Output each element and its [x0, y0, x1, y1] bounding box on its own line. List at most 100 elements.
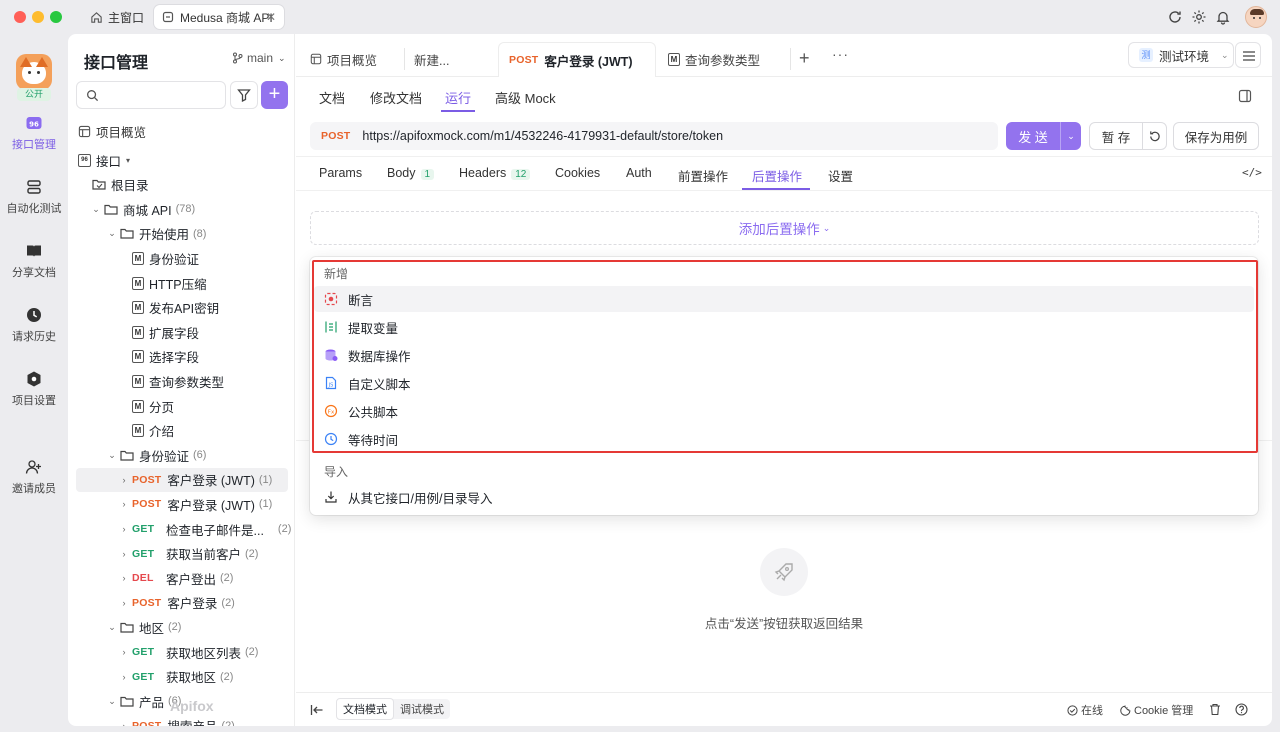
online-status[interactable]: 在线 — [1067, 702, 1103, 718]
tree-api-item[interactable]: › GET 获取当前客户 (2) — [118, 542, 259, 566]
tree-api-item[interactable]: › POST 客户登录 (JWT) (1) — [118, 492, 273, 516]
add-post-operation-button[interactable]: 添加后置操作 ⌄ — [310, 211, 1259, 245]
param-tab-pre-ops[interactable]: 前置操作 — [678, 166, 728, 185]
tree-doc-item[interactable]: M 分页 — [132, 394, 174, 418]
subtab-run[interactable]: 运行 — [445, 88, 471, 107]
refresh-icon[interactable] — [1167, 9, 1183, 25]
new-tab-plus-icon[interactable]: + — [799, 48, 810, 69]
caret-down-icon: ▾ — [126, 155, 131, 165]
rail-item-invite-members[interactable]: 邀请成员 — [0, 458, 68, 496]
subtab-doc[interactable]: 文档 — [319, 88, 345, 107]
tree-api-item[interactable]: › POST 客户登录 (2) — [118, 591, 235, 615]
check-circle-icon — [1067, 704, 1078, 716]
layout-toggle-icon[interactable] — [1238, 89, 1252, 103]
chevron-right-icon: › — [122, 474, 126, 485]
tree-api-item[interactable]: › POST 客户登录 (JWT) (1) — [76, 467, 288, 492]
doc-tab-active-login[interactable]: POST 客户登录 (JWT) — [498, 42, 656, 77]
tree-doc-item[interactable]: M 介绍 — [132, 419, 174, 443]
filter-button[interactable] — [230, 81, 258, 109]
more-tabs-icon[interactable]: ··· — [832, 46, 849, 62]
tree-doc-item[interactable]: M HTTP压缩 — [132, 271, 207, 295]
param-tab-cookies[interactable]: Cookies — [555, 166, 600, 180]
settings-gear-icon[interactable] — [1191, 9, 1207, 25]
tree-doc-item[interactable]: M 扩展字段 — [132, 320, 199, 344]
maximize-window-button[interactable] — [50, 11, 62, 23]
doc-tab-overview[interactable]: 项目概览 — [310, 42, 377, 76]
bell-icon[interactable] — [1215, 9, 1231, 25]
filter-icon — [237, 89, 251, 102]
add-button[interactable]: + — [261, 81, 288, 109]
rail-item-share-docs[interactable]: 分享文档 — [0, 242, 68, 280]
help-icon[interactable] — [1235, 703, 1248, 716]
url-input[interactable]: POST https://apifoxmock.com/m1/4532246-4… — [310, 122, 998, 150]
doc-mode-button[interactable]: 文档模式 — [336, 698, 394, 720]
tree-doc-item[interactable]: M 发布API密钥 — [132, 296, 219, 320]
rail-item-automation[interactable]: 自动化测试 — [0, 178, 68, 216]
close-window-button[interactable] — [14, 11, 26, 23]
trash-icon[interactable] — [1209, 703, 1221, 716]
close-tab-icon[interactable]: ✕ — [266, 10, 276, 24]
url-method-label[interactable]: POST — [321, 130, 350, 142]
undo-icon — [1150, 130, 1160, 141]
overview-tab-icon — [310, 53, 322, 65]
rail-item-api-management[interactable]: 96 接口管理 — [0, 114, 68, 152]
rail-item-project-settings[interactable]: 项目设置 — [0, 370, 68, 408]
markdown-doc-icon: M — [132, 325, 144, 339]
folder-icon — [120, 696, 134, 707]
param-tab-auth[interactable]: Auth — [626, 166, 652, 180]
hamburger-menu-icon — [1243, 51, 1255, 61]
environment-selector[interactable]: 测 测试环境 ⌄ — [1128, 42, 1234, 68]
code-view-icon[interactable]: </> — [1242, 166, 1262, 179]
param-tab-headers[interactable]: Headers 12 — [459, 166, 531, 180]
sidebar-search-input[interactable] — [76, 81, 226, 109]
search-field[interactable] — [105, 86, 217, 104]
branch-icon — [233, 52, 243, 64]
chevron-down-icon: ⌄ — [108, 621, 116, 632]
subtab-edit-doc[interactable]: 修改文档 — [370, 88, 422, 107]
project-logo[interactable] — [16, 54, 52, 90]
tree-folder[interactable]: ⌄ 身份验证 (6) — [106, 443, 206, 467]
tree-api-item[interactable]: ›POST搜索产品(2) — [118, 714, 235, 726]
doc-tab-new[interactable]: 新建... — [414, 42, 449, 76]
url-text: https://apifoxmock.com/m1/4532246-417993… — [362, 129, 724, 143]
tree-api-item[interactable]: › GET 检查电子邮件是... (2) — [118, 517, 292, 541]
tree-doc-item[interactable]: M 身份验证 — [132, 246, 199, 270]
tree-folder[interactable]: ⌄ 地区 (2) — [106, 615, 181, 639]
menu-button[interactable] — [1235, 42, 1261, 68]
tree-item-overview[interactable]: 项目概览 — [78, 119, 146, 143]
tree-folder[interactable]: ⌄ 开始使用 (8) — [106, 222, 206, 246]
tree-api-item[interactable]: › GET 获取地区 (2) — [118, 665, 234, 689]
cookie-icon — [1120, 705, 1131, 716]
title-bar: 主窗口 Medusa 商城 API ✕ — [0, 0, 1280, 34]
tree-folder[interactable]: ⌄ 商城 API (78) — [90, 197, 195, 221]
window-tab-home[interactable]: 主窗口 — [82, 5, 152, 29]
branch-selector[interactable]: main ⌄ — [232, 51, 286, 65]
tree-item-root[interactable]: 根目录 — [92, 173, 149, 197]
user-avatar[interactable] — [1245, 6, 1267, 28]
save-temp-button[interactable]: 暂 存 — [1089, 122, 1143, 150]
param-tab-params[interactable]: Params — [319, 166, 362, 180]
param-tab-settings[interactable]: 设置 — [828, 166, 853, 185]
collapse-sidebar-icon[interactable] — [310, 704, 324, 716]
tree-api-item[interactable]: › DEL 客户登出 (2) — [118, 566, 234, 590]
chevron-down-icon: ⌄ — [822, 222, 831, 233]
subtab-advanced-mock[interactable]: 高级 Mock — [495, 88, 556, 107]
debug-mode-button[interactable]: 调试模式 — [394, 699, 450, 719]
minimize-window-button[interactable] — [32, 11, 44, 23]
param-tab-body[interactable]: Body 1 — [387, 166, 435, 180]
cookie-manager[interactable]: Cookie 管理 — [1120, 702, 1193, 718]
save-example-button[interactable]: 保存为用例 — [1173, 122, 1259, 150]
root-folder-icon — [92, 179, 106, 190]
send-options-chevron-icon[interactable]: ⌄ — [1061, 131, 1081, 142]
tree-group-api[interactable]: 96 接口 ▾ — [78, 148, 130, 172]
send-button[interactable]: 发 送 ⌄ — [1006, 122, 1081, 150]
doc-tab-query-params[interactable]: M 查询参数类型 — [668, 42, 760, 76]
tree-doc-item[interactable]: M 查询参数类型 — [132, 369, 224, 393]
reset-button[interactable] — [1142, 122, 1167, 150]
window-tab-project[interactable]: Medusa 商城 API ✕ — [154, 5, 284, 29]
param-tab-post-ops[interactable]: 后置操作 — [752, 166, 802, 185]
tree-api-item[interactable]: › GET 获取地区列表 (2) — [118, 640, 259, 664]
tree-doc-item[interactable]: M 选择字段 — [132, 345, 199, 369]
menu-item-import[interactable]: 从其它接口/用例/目录导入 — [314, 484, 1254, 510]
rail-item-history[interactable]: 请求历史 — [0, 306, 68, 344]
